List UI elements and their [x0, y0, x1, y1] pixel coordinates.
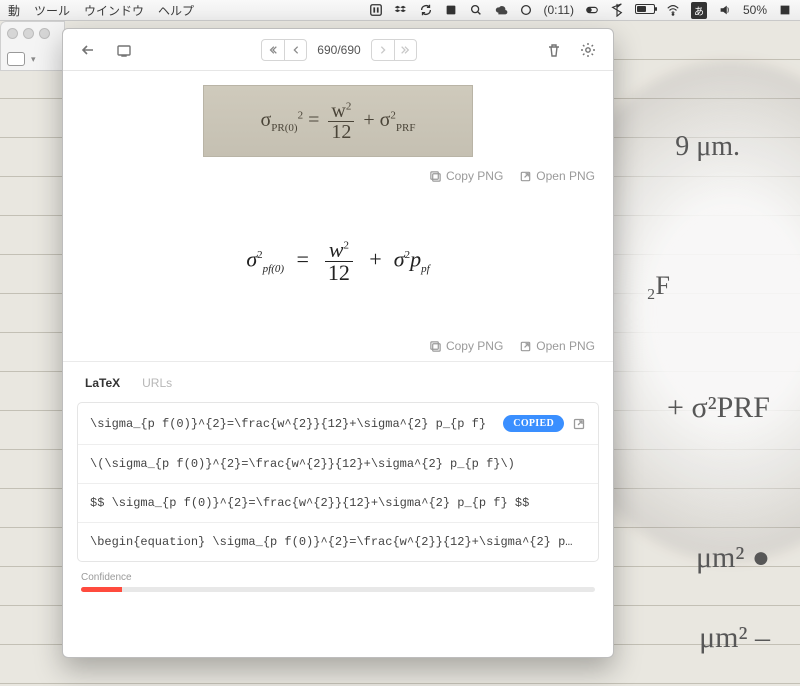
screenshot-button[interactable]: [111, 38, 137, 62]
macos-menubar: 動 ツール ウインドウ ヘルプ (0:11) あ 50%: [0, 0, 800, 21]
volume-icon[interactable]: [718, 3, 732, 17]
settings-button[interactable]: [575, 38, 601, 62]
copy-png-button[interactable]: Copy PNG: [429, 339, 503, 353]
back-button[interactable]: [75, 38, 101, 62]
delete-button[interactable]: [541, 38, 567, 62]
copy-png-label: Copy PNG: [446, 169, 503, 183]
confidence-fill: [81, 587, 122, 592]
handwriting: + σ²PRF: [667, 391, 770, 425]
source-snip: σPR(0)2 = w212 + σ2PRF: [203, 85, 473, 157]
page-indicator: 690/690: [317, 43, 360, 57]
open-png-button[interactable]: Open PNG: [519, 339, 595, 353]
traffic-light[interactable]: [39, 28, 50, 39]
latex-row[interactable]: \(\sigma_{p f(0)}^{2}=\frac{w^{2}}{12}+\…: [78, 444, 598, 483]
square-icon[interactable]: [444, 3, 458, 17]
tab-urls[interactable]: URLs: [142, 376, 172, 390]
traffic-light[interactable]: [23, 28, 34, 39]
latex-code: \begin{equation} \sigma_{p f(0)}^{2}=\fr…: [90, 535, 586, 549]
handwriting: μm² –: [699, 621, 770, 655]
nav-prev-button[interactable]: [284, 40, 306, 60]
nav-next-button[interactable]: [372, 40, 394, 60]
snip-actions: Copy PNG Open PNG: [63, 161, 613, 191]
copy-png-button[interactable]: Copy PNG: [429, 169, 503, 183]
sync-icon[interactable]: [419, 3, 433, 17]
wifi-icon[interactable]: [666, 3, 680, 17]
snip-equation: σPR(0)2 = w212 + σ2PRF: [261, 101, 416, 142]
dropbox-icon[interactable]: [394, 3, 408, 17]
menubar-left: 動 ツール ウインドウ ヘルプ: [0, 2, 194, 19]
external-icon[interactable]: [572, 417, 586, 431]
menu-item[interactable]: ツール: [34, 2, 70, 19]
menu-item[interactable]: 動: [8, 2, 20, 19]
battery-percent: 50%: [743, 3, 767, 17]
menu-item[interactable]: ヘルプ: [158, 2, 194, 19]
confidence-bar: [81, 587, 595, 592]
copied-badge: COPIED: [503, 415, 564, 432]
latex-row[interactable]: \sigma_{p f(0)}^{2}=\frac{w^{2}}{12}+\si…: [78, 403, 598, 444]
latex-code: \(\sigma_{p f(0)}^{2}=\frac{w^{2}}{12}+\…: [90, 457, 586, 471]
latex-code: $$ \sigma_{p f(0)}^{2}=\frac{w^{2}}{12}+…: [90, 496, 586, 510]
mathpix-popup: 690/690 σPR(0)2 = w212 + σ2PRF Copy PNG: [62, 28, 614, 658]
tab-latex[interactable]: LaTeX: [85, 376, 120, 390]
handwriting: 9 μm.: [675, 131, 740, 163]
battery-icon[interactable]: [635, 3, 655, 17]
chevron-down-icon[interactable]: ▾: [31, 54, 36, 65]
menubar-right: (0:11) あ 50%: [369, 2, 800, 19]
latex-output-list: \sigma_{p f(0)}^{2}=\frac{w^{2}}{12}+\si…: [77, 402, 599, 562]
cloud-icon[interactable]: [494, 3, 508, 17]
latex-row[interactable]: \begin{equation} \sigma_{p f(0)}^{2}=\fr…: [78, 522, 598, 561]
page-navigator: 690/690: [261, 39, 416, 61]
sidebar-toggle-icon[interactable]: [7, 52, 25, 66]
circle-icon[interactable]: [519, 3, 533, 17]
handwriting: μm² ●: [696, 541, 770, 575]
bluetooth-icon[interactable]: [610, 3, 624, 17]
nav-first-button[interactable]: [262, 40, 284, 60]
popup-toolbar: 690/690: [63, 29, 613, 71]
nav-first-prev: [261, 39, 307, 61]
confidence-section: Confidence: [81, 572, 595, 592]
confidence-label: Confidence: [81, 572, 132, 583]
open-png-button[interactable]: Open PNG: [519, 169, 595, 183]
menubar-clock[interactable]: (0:11): [544, 3, 574, 17]
popup-content: σPR(0)2 = w212 + σ2PRF Copy PNG Open PNG…: [63, 71, 613, 657]
switch-icon[interactable]: [585, 3, 599, 17]
rendered-equation: σ2pf(0) = w212 + σ2ppf: [63, 191, 613, 331]
magnify-icon[interactable]: [469, 3, 483, 17]
handwriting: ₂F: [646, 271, 670, 301]
background-window: ▾: [0, 21, 65, 71]
latex-code: \sigma_{p f(0)}^{2}=\frac{w^{2}}{12}+\si…: [90, 417, 495, 431]
latex-row[interactable]: $$ \sigma_{p f(0)}^{2}=\frac{w^{2}}{12}+…: [78, 483, 598, 522]
menu-item[interactable]: ウインドウ: [84, 2, 144, 19]
app-icon[interactable]: [369, 3, 383, 17]
ime-indicator[interactable]: あ: [691, 2, 707, 19]
menu-icon[interactable]: [778, 3, 792, 17]
output-tabs: LaTeX URLs: [63, 362, 613, 400]
nav-last-button[interactable]: [394, 40, 416, 60]
traffic-light[interactable]: [7, 28, 18, 39]
render-actions: Copy PNG Open PNG: [63, 331, 613, 361]
open-png-label: Open PNG: [536, 169, 595, 183]
nav-next-last: [371, 39, 417, 61]
